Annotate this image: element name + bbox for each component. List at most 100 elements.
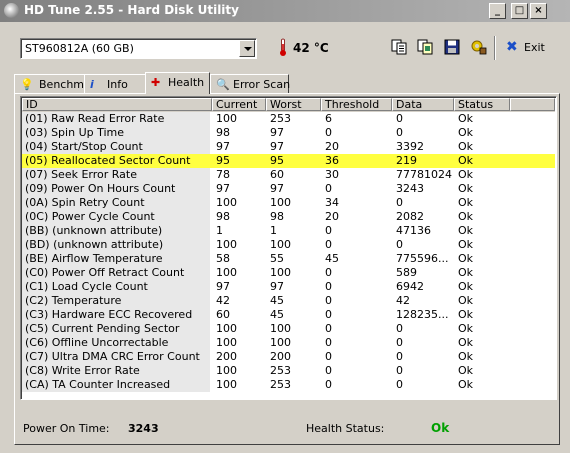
cell-id: (BB) (unknown attribute): [22, 224, 210, 238]
tab-info[interactable]: i Info: [84, 74, 146, 93]
cell-id: (09) Power On Hours Count: [22, 182, 210, 196]
chevron-down-icon[interactable]: [239, 40, 255, 57]
cell-status: Ok: [458, 126, 474, 139]
temperature-readout: 42 °C: [293, 41, 329, 55]
cell-worst: 98: [270, 210, 284, 223]
maximize-button[interactable]: □: [511, 3, 528, 19]
error-scan-icon: 🔍: [216, 78, 230, 91]
cell-threshold: 36: [325, 154, 339, 167]
cell-threshold: 0: [325, 350, 332, 363]
cell-current: 100: [216, 196, 237, 209]
column-header-current[interactable]: Current: [212, 98, 266, 111]
cell-worst: 100: [270, 196, 291, 209]
cell-worst: 100: [270, 238, 291, 251]
drive-select[interactable]: ST960812A (60 GB): [20, 38, 257, 59]
cell-threshold: 0: [325, 322, 332, 335]
table-row[interactable]: (C8) Write Error Rate 100 253 0 0 Ok: [22, 364, 555, 378]
power-on-time-value: 3243: [128, 422, 159, 435]
table-row[interactable]: (C0) Power Off Retract Count 100 100 0 589 Ok: [22, 266, 555, 280]
copy-text-icon[interactable]: [390, 38, 408, 56]
column-header-data[interactable]: Data: [392, 98, 454, 111]
cell-current: 1: [216, 224, 223, 237]
cell-threshold: 0: [325, 364, 332, 377]
table-row[interactable]: (C6) Offline Uncorrectable 100 100 0 0 Ok: [22, 336, 555, 350]
cell-worst: 100: [270, 336, 291, 349]
cell-threshold: 0: [325, 238, 332, 251]
column-header-id[interactable]: ID: [22, 98, 212, 111]
cell-data: 775596...: [396, 252, 449, 265]
table-row[interactable]: (BB) (unknown attribute) 1 1 0 47136 Ok: [22, 224, 555, 238]
table-row[interactable]: (07) Seek Error Rate 78 60 30 77781024 Ok: [22, 168, 555, 182]
table-row[interactable]: (04) Start/Stop Count 97 97 20 3392 Ok: [22, 140, 555, 154]
cell-data: 219: [396, 154, 417, 167]
cell-status: Ok: [458, 350, 474, 363]
cell-data: 6942: [396, 280, 424, 293]
cell-id: (C6) Offline Uncorrectable: [22, 336, 210, 350]
cell-worst: 97: [270, 280, 284, 293]
column-header-status[interactable]: Status: [454, 98, 510, 111]
column-header-worst[interactable]: Worst: [266, 98, 321, 111]
cell-data: 3243: [396, 182, 424, 195]
cell-status: Ok: [458, 168, 474, 181]
cell-status: Ok: [458, 280, 474, 293]
table-row[interactable]: (BE) Airflow Temperature 58 55 45 775596... O…: [22, 252, 555, 266]
cell-data: 0: [396, 126, 403, 139]
power-on-time-label: Power On Time:: [23, 422, 110, 435]
table-row[interactable]: (05) Reallocated Sector Count 95 95 36 219 Ok: [22, 154, 555, 168]
cell-status: Ok: [458, 294, 474, 307]
cell-status: Ok: [458, 364, 474, 377]
smart-table[interactable]: ID Current Worst Threshold Data Status (…: [20, 96, 557, 400]
title-bar: HD Tune 2.55 - Hard Disk Utility _ □ ×: [0, 0, 570, 22]
cell-data: 0: [396, 238, 403, 251]
cell-data: 2082: [396, 210, 424, 223]
close-button[interactable]: ×: [530, 3, 547, 19]
table-row[interactable]: (C5) Current Pending Sector 100 100 0 0 Ok: [22, 322, 555, 336]
column-header-blank: [510, 98, 555, 111]
minimize-button[interactable]: _: [489, 3, 506, 19]
options-icon[interactable]: [470, 38, 488, 56]
copy-screenshot-icon[interactable]: [416, 38, 434, 56]
drive-select-value: ST960812A (60 GB): [25, 42, 134, 55]
table-row[interactable]: (03) Spin Up Time 98 97 0 0 Ok: [22, 126, 555, 140]
exit-button-label: Exit: [524, 41, 545, 54]
table-row[interactable]: (C3) Hardware ECC Recovered 60 45 0 128235..…: [22, 308, 555, 322]
cell-id: (07) Seek Error Rate: [22, 168, 210, 182]
save-icon[interactable]: [443, 38, 461, 56]
cell-threshold: 0: [325, 378, 332, 391]
cell-threshold: 0: [325, 182, 332, 195]
cell-data: 42: [396, 294, 410, 307]
table-row[interactable]: (0A) Spin Retry Count 100 100 34 0 Ok: [22, 196, 555, 210]
table-row[interactable]: (C2) Temperature 42 45 0 42 Ok: [22, 294, 555, 308]
cell-id: (BD) (unknown attribute): [22, 238, 210, 252]
cell-worst: 45: [270, 294, 284, 307]
cell-threshold: 20: [325, 140, 339, 153]
table-row[interactable]: (01) Raw Read Error Rate 100 253 6 0 Ok: [22, 112, 555, 126]
cell-id: (01) Raw Read Error Rate: [22, 112, 210, 126]
table-row[interactable]: (09) Power On Hours Count 97 97 0 3243 Ok: [22, 182, 555, 196]
cell-status: Ok: [458, 336, 474, 349]
tab-error-scan-label: Error Scan: [233, 78, 291, 91]
cell-current: 100: [216, 266, 237, 279]
cell-id: (BE) Airflow Temperature: [22, 252, 210, 266]
column-header-threshold[interactable]: Threshold: [321, 98, 392, 111]
table-row[interactable]: (C1) Load Cycle Count 97 97 0 6942 Ok: [22, 280, 555, 294]
table-row[interactable]: (0C) Power Cycle Count 98 98 20 2082 Ok: [22, 210, 555, 224]
cell-id: (0C) Power Cycle Count: [22, 210, 210, 224]
table-row[interactable]: (BD) (unknown attribute) 100 100 0 0 Ok: [22, 238, 555, 252]
cell-id: (C1) Load Cycle Count: [22, 280, 210, 294]
cell-current: 97: [216, 182, 230, 195]
cell-worst: 253: [270, 364, 291, 377]
tab-benchmark[interactable]: 💡 Benchmark: [14, 74, 102, 93]
cell-threshold: 0: [325, 266, 332, 279]
cell-id: (04) Start/Stop Count: [22, 140, 210, 154]
cell-id: (05) Reallocated Sector Count: [22, 154, 210, 168]
cell-current: 78: [216, 168, 230, 181]
app-icon: [4, 3, 19, 18]
table-row[interactable]: (C7) Ultra DMA CRC Error Count 200 200 0 0 Ok: [22, 350, 555, 364]
tab-health[interactable]: ✚ Health: [145, 72, 210, 94]
cell-current: 58: [216, 252, 230, 265]
tab-error-scan[interactable]: 🔍 Error Scan: [210, 74, 291, 93]
cell-data: 0: [396, 196, 403, 209]
table-row[interactable]: (CA) TA Counter Increased 100 253 0 0 Ok: [22, 378, 555, 392]
cell-current: 97: [216, 280, 230, 293]
